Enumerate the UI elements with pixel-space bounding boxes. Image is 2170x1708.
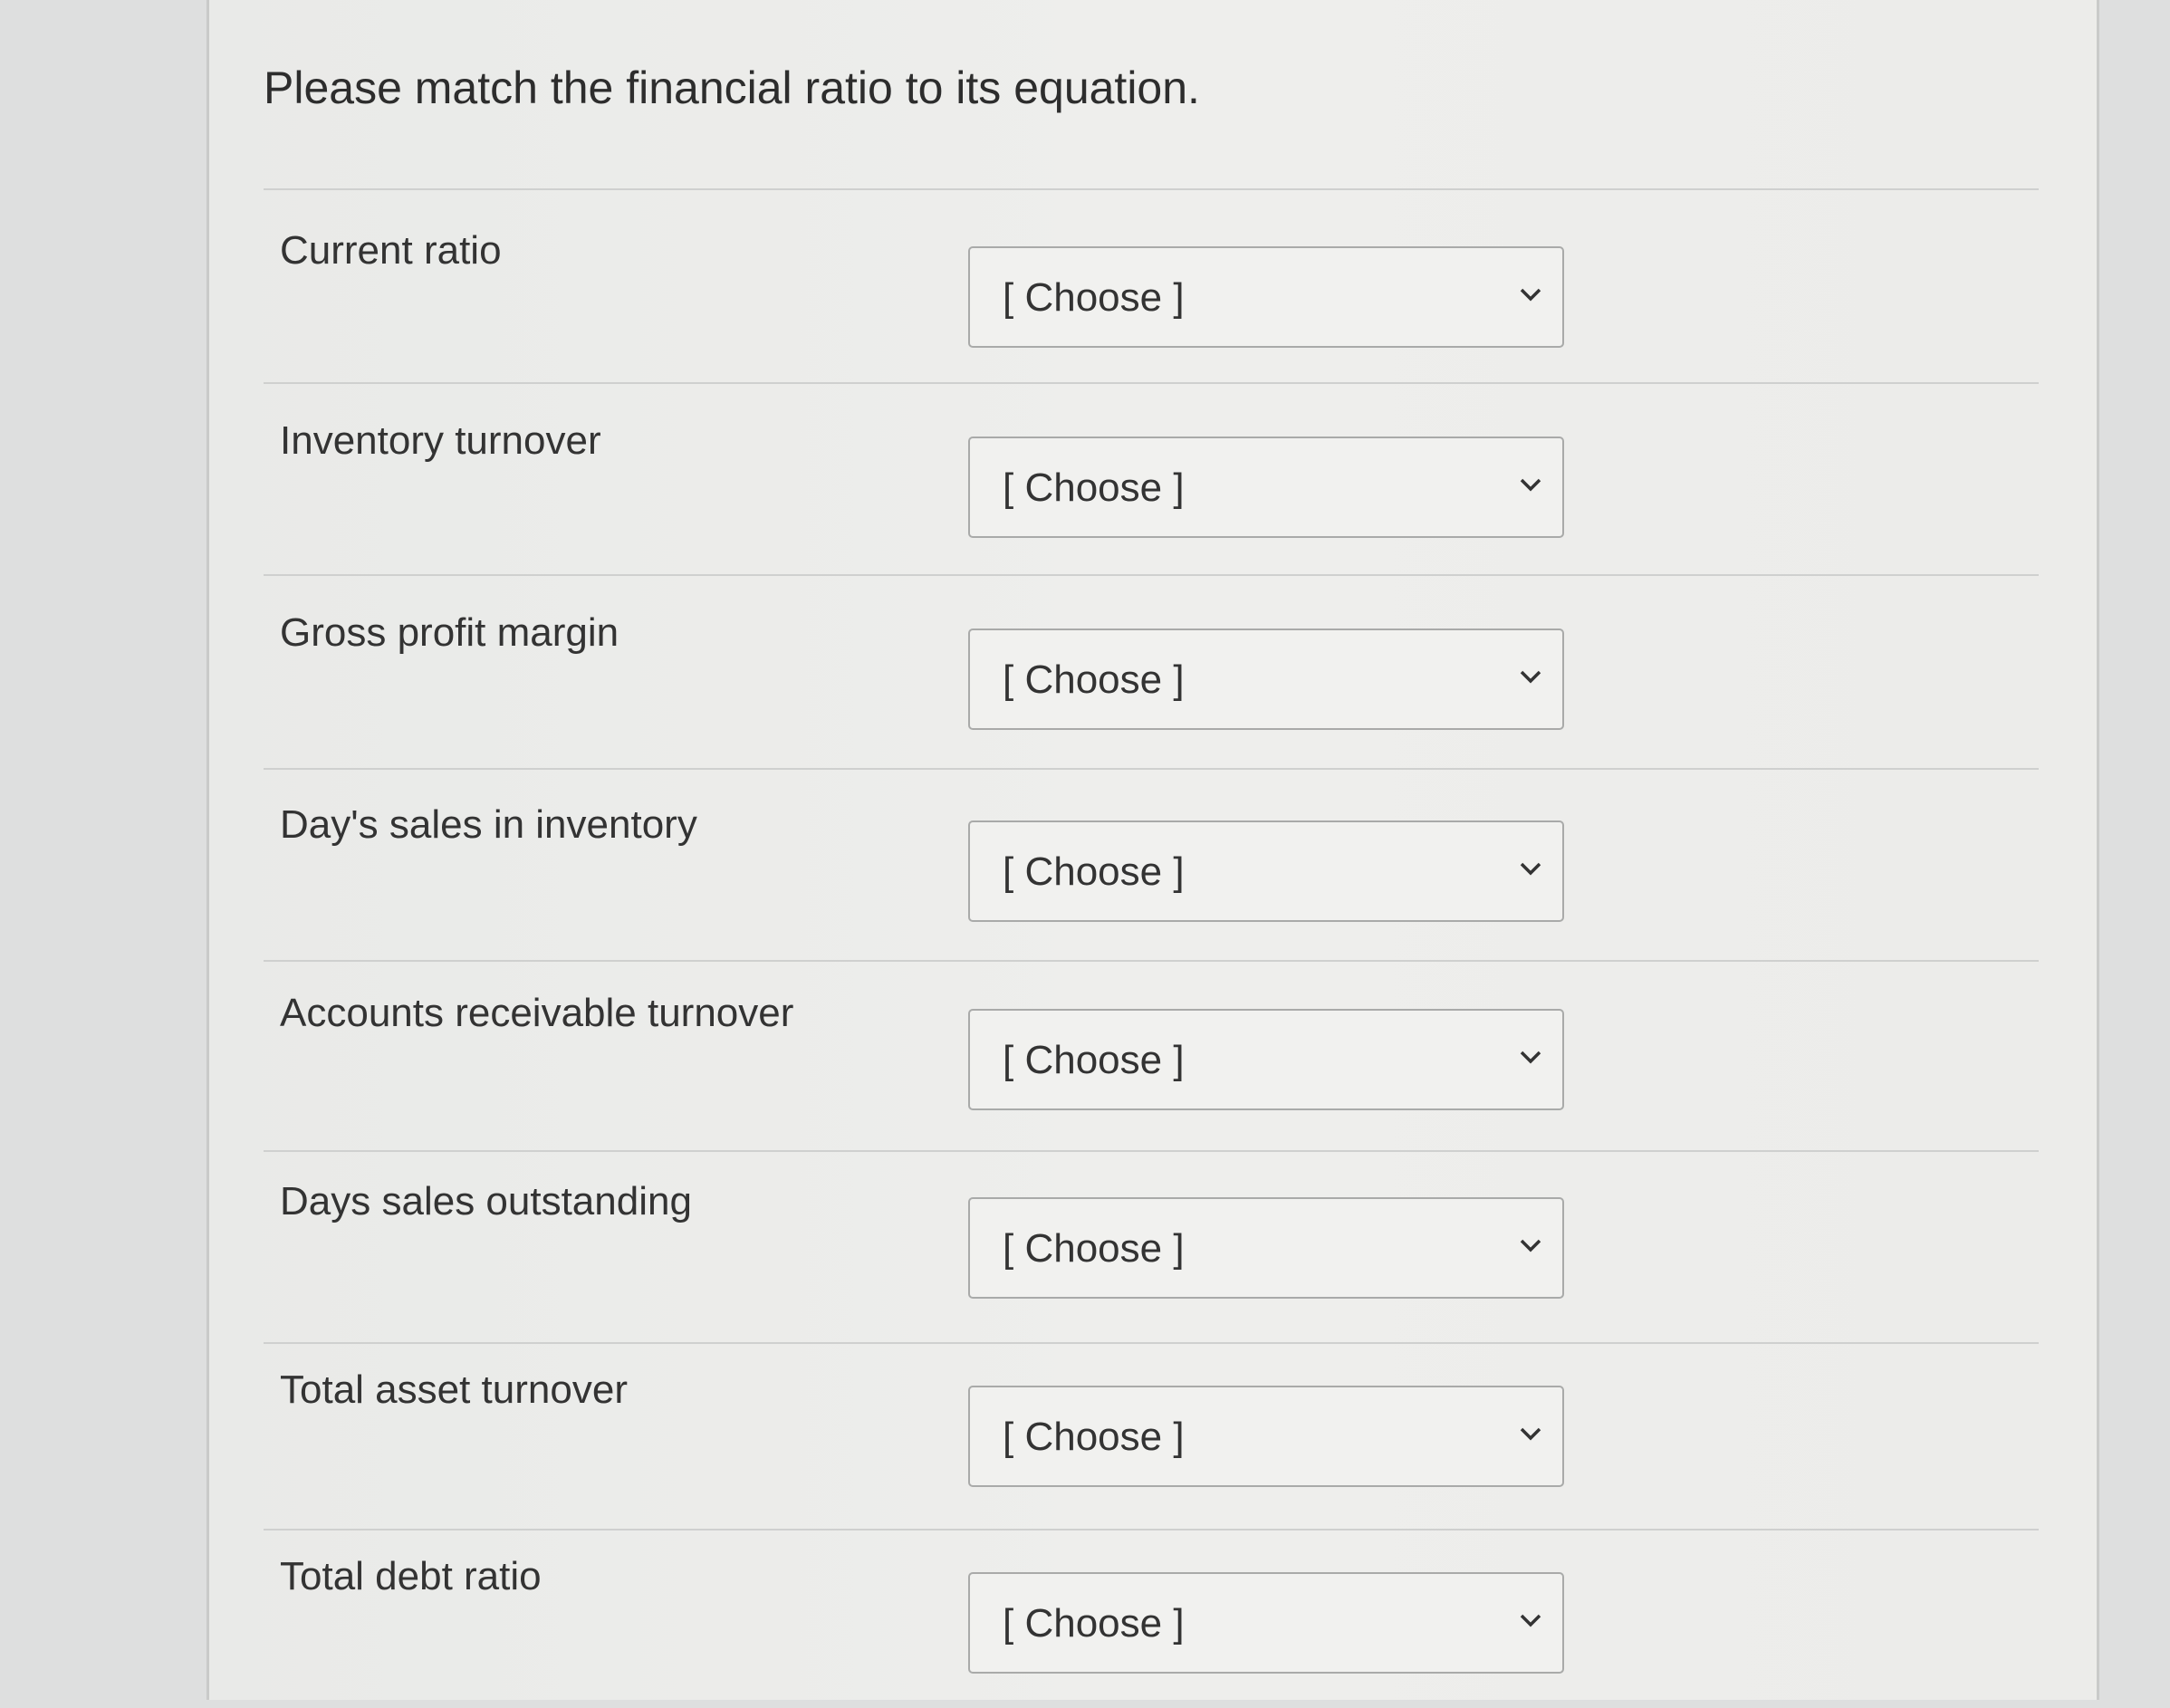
ratio-label: Current ratio — [280, 228, 502, 273]
match-row: Inventory turnover [ Choose ] — [264, 382, 2039, 572]
quiz-panel: Please match the financial ratio to its … — [206, 0, 2099, 1700]
chevron-down-icon — [1520, 1239, 1541, 1252]
equation-select[interactable]: [ Choose ] — [968, 437, 1564, 538]
equation-select[interactable]: [ Choose ] — [968, 1009, 1564, 1110]
select-value: [ Choose ] — [1003, 465, 1185, 510]
equation-select[interactable]: [ Choose ] — [968, 246, 1564, 348]
chevron-down-icon — [1520, 1427, 1541, 1441]
question-title: Please match the financial ratio to its … — [264, 62, 1200, 113]
equation-select[interactable]: [ Choose ] — [968, 1572, 1564, 1674]
chevron-down-icon — [1520, 478, 1541, 492]
ratio-label: Total asset turnover — [280, 1367, 628, 1412]
row-divider — [264, 188, 2039, 190]
chevron-down-icon — [1520, 1614, 1541, 1627]
select-value: [ Choose ] — [1003, 1415, 1185, 1459]
match-row: Current ratio [ Choose ] — [264, 192, 2039, 382]
match-row: Days sales outstanding [ Choose ] — [264, 1143, 2039, 1333]
select-value: [ Choose ] — [1003, 1038, 1185, 1082]
match-row: Gross profit margin [ Choose ] — [264, 574, 2039, 764]
chevron-down-icon — [1520, 288, 1541, 302]
select-value: [ Choose ] — [1003, 1226, 1185, 1271]
ratio-label: Gross profit margin — [280, 610, 619, 655]
equation-select[interactable]: [ Choose ] — [968, 1386, 1564, 1487]
ratio-label: Accounts receivable turnover — [280, 991, 794, 1035]
select-value: [ Choose ] — [1003, 1601, 1185, 1646]
ratio-label: Inventory turnover — [280, 418, 601, 463]
ratio-label: Total debt ratio — [280, 1554, 542, 1598]
chevron-down-icon — [1520, 862, 1541, 876]
match-row: Total debt ratio [ Choose ] — [264, 1518, 2039, 1708]
ratio-label: Days sales outstanding — [280, 1179, 692, 1223]
select-value: [ Choose ] — [1003, 849, 1185, 894]
match-row: Day's sales in inventory [ Choose ] — [264, 766, 2039, 956]
ratio-label: Day's sales in inventory — [280, 802, 697, 847]
chevron-down-icon — [1520, 1051, 1541, 1064]
equation-select[interactable]: [ Choose ] — [968, 1197, 1564, 1299]
match-row: Accounts receivable turnover [ Choose ] — [264, 955, 2039, 1145]
equation-select[interactable]: [ Choose ] — [968, 629, 1564, 730]
match-row: Total asset turnover [ Choose ] — [264, 1331, 2039, 1521]
equation-select[interactable]: [ Choose ] — [968, 820, 1564, 922]
select-value: [ Choose ] — [1003, 275, 1185, 320]
chevron-down-icon — [1520, 670, 1541, 684]
select-value: [ Choose ] — [1003, 657, 1185, 702]
